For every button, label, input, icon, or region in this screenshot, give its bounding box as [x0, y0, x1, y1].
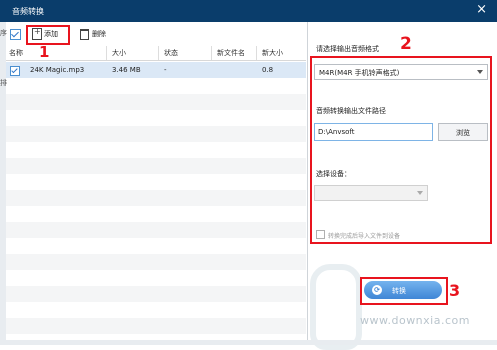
format-label: 请选择输出音频格式	[316, 45, 379, 53]
empty-row	[6, 78, 306, 94]
annotation-box-3	[360, 277, 448, 305]
watermark-logo-icon	[310, 264, 362, 350]
column-header-status[interactable]: 状态	[164, 48, 178, 58]
empty-row	[6, 126, 306, 142]
table-row[interactable]: 24K Magic.mp3 3.46 MB - 0.8	[6, 62, 306, 78]
column-header-size[interactable]: 大小	[112, 48, 126, 58]
row-file-name: 24K Magic.mp3	[30, 66, 85, 74]
empty-row	[6, 286, 306, 302]
column-header-new-size[interactable]: 新大小	[262, 48, 283, 58]
row-new-size: 0.8	[262, 66, 274, 74]
row-checkbox[interactable]	[10, 66, 20, 76]
empty-row	[6, 206, 306, 222]
empty-row	[6, 110, 306, 126]
file-table-header: 名称 大小 状态 新文件名 新大小	[6, 46, 306, 61]
annotation-box-2	[310, 56, 492, 244]
empty-row	[6, 302, 306, 318]
empty-row	[6, 222, 306, 238]
close-icon[interactable]: ×	[476, 3, 487, 17]
trash-icon	[80, 29, 89, 40]
empty-row	[6, 318, 306, 334]
empty-row	[6, 94, 306, 110]
window-title: 音频转换	[12, 7, 44, 16]
delete-button[interactable]: 删除	[76, 26, 108, 42]
empty-row	[6, 254, 306, 270]
row-status: -	[164, 66, 167, 74]
column-header-name[interactable]: 名称	[9, 48, 23, 58]
watermark-text: www.downxia.com	[360, 314, 470, 327]
row-file-size: 3.46 MB	[112, 66, 141, 74]
empty-row	[6, 190, 306, 206]
select-all-checkbox[interactable]	[10, 29, 21, 40]
annotation-number-3: 3	[449, 281, 461, 300]
annotation-box-1	[26, 25, 70, 45]
empty-row	[6, 270, 306, 286]
delete-button-label: 删除	[92, 30, 106, 38]
empty-row	[6, 238, 306, 254]
annotation-number-2: 2	[400, 34, 412, 54]
column-header-new-name[interactable]: 新文件名	[217, 48, 245, 58]
bottom-edge	[0, 340, 497, 345]
empty-row	[6, 158, 306, 174]
title-bar: 音频转换 ×	[0, 0, 497, 22]
empty-row	[6, 174, 306, 190]
empty-row	[6, 142, 306, 158]
